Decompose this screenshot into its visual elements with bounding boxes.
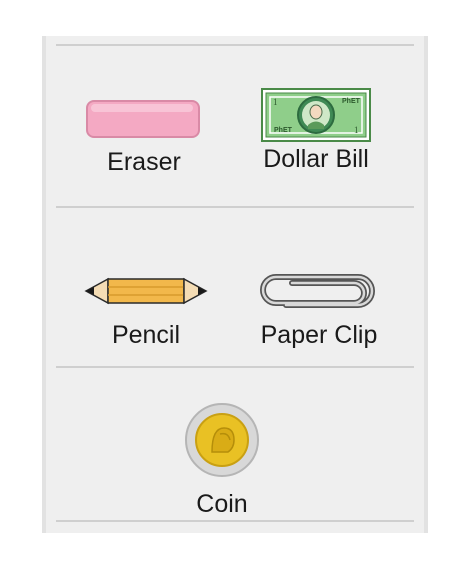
eraser-label: Eraser xyxy=(107,148,181,176)
dollar-bill-icon: 1 PhET PhET 1 xyxy=(261,88,371,142)
object-palette-panel: Eraser 1 PhET PhET 1 Dollar Bill Pencil … xyxy=(42,36,428,533)
divider-middle-2 xyxy=(56,366,414,368)
divider-bottom xyxy=(56,520,414,522)
divider-top xyxy=(56,44,414,46)
coin-item[interactable]: Coin xyxy=(167,402,277,517)
bill-brand-top: PhET xyxy=(342,98,361,105)
dollar-bill-label: Dollar Bill xyxy=(263,145,369,173)
pencil-icon xyxy=(84,277,208,305)
pencil-item[interactable]: Pencil xyxy=(76,276,216,348)
paper-clip-item[interactable]: Paper Clip xyxy=(244,272,394,348)
paper-clip-label: Paper Clip xyxy=(260,321,378,349)
bill-brand-bottom: PhET xyxy=(274,127,293,134)
coin-icon xyxy=(185,403,259,477)
divider-middle-1 xyxy=(56,206,414,208)
bill-corner-value-bottom: 1 xyxy=(354,125,359,135)
paper-clip-icon xyxy=(260,274,375,308)
pencil-label: Pencil xyxy=(111,321,181,349)
eraser-icon xyxy=(86,100,200,138)
coin-label: Coin xyxy=(196,490,248,518)
bill-corner-value-top: 1 xyxy=(273,97,278,107)
dollar-bill-item[interactable]: 1 PhET PhET 1 Dollar Bill xyxy=(248,88,384,172)
eraser-item[interactable]: Eraser xyxy=(82,98,206,175)
